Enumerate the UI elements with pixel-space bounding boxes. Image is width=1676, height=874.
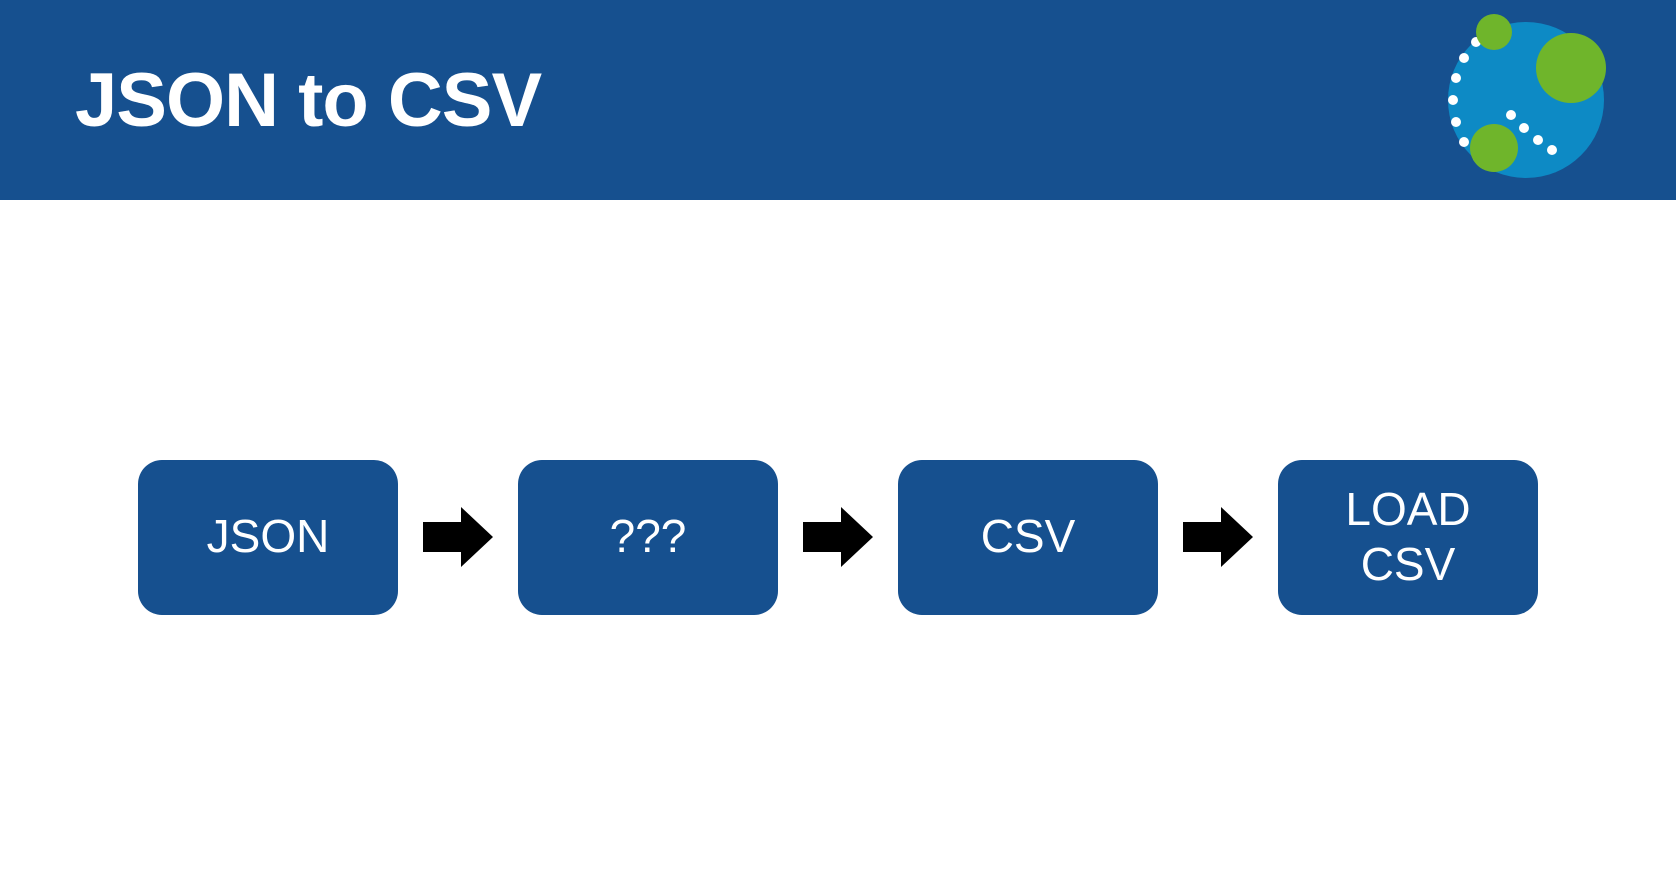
box-label: ??? [610, 509, 687, 564]
arrow-icon [423, 507, 493, 567]
box-load-csv: LOAD CSV [1278, 460, 1538, 615]
box-unknown: ??? [518, 460, 778, 615]
box-csv: CSV [898, 460, 1158, 615]
arrow-icon [1183, 507, 1253, 567]
box-label: CSV [981, 509, 1076, 564]
arrow-icon [803, 507, 873, 567]
box-label: LOAD CSV [1298, 482, 1518, 592]
slide-header: JSON to CSV [0, 0, 1676, 200]
diagram-container: JSON ??? CSV LOAD CSV [0, 200, 1676, 874]
box-json: JSON [138, 460, 398, 615]
box-label: JSON [207, 509, 330, 564]
slide-title: JSON to CSV [75, 57, 541, 144]
neo4j-logo-icon [1416, 10, 1616, 190]
